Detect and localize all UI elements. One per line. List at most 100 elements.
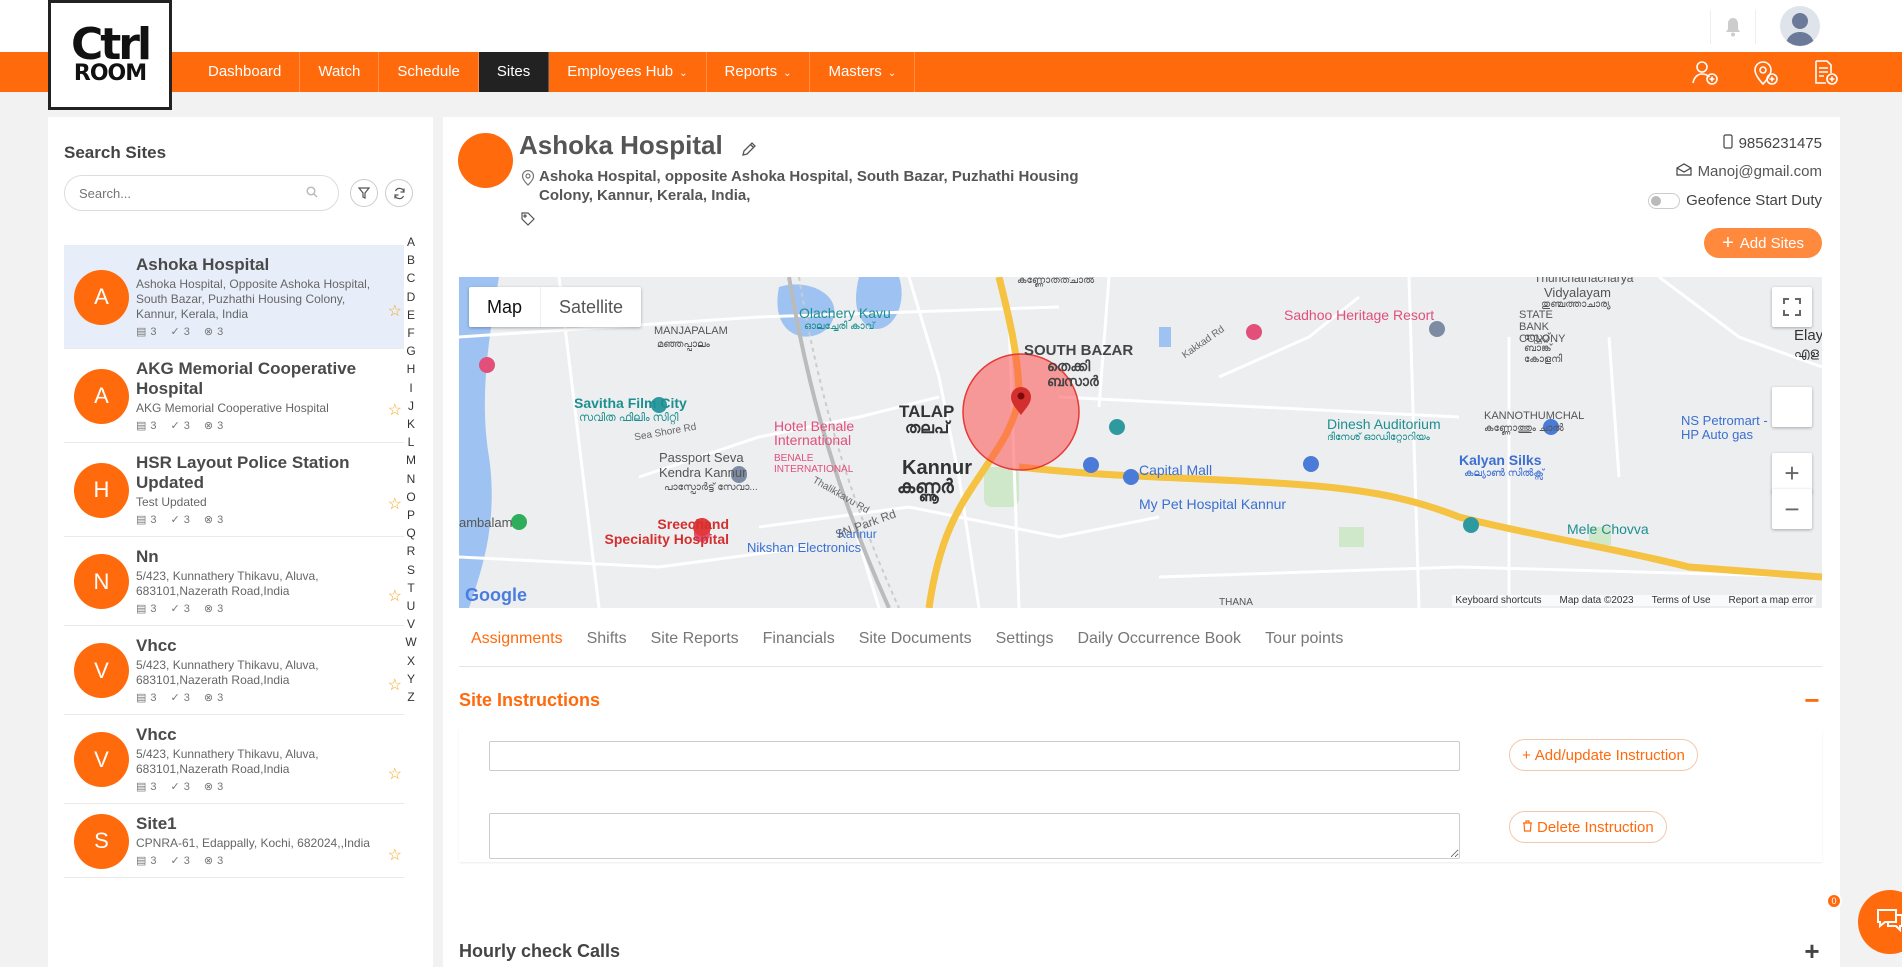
nav-item-masters[interactable]: Masters ⌄ [810, 52, 916, 92]
alphabet-letter[interactable]: I [404, 379, 418, 397]
map-label-thunchathacharya-ml: തുഞ്ചത്താചാര്യ [1541, 299, 1611, 310]
site-map[interactable]: Map Satellite + − TALAP തലപ് Kannur കണ്ണ… [459, 277, 1822, 608]
edit-pencil-icon[interactable] [741, 141, 757, 162]
site-list-item[interactable]: S Site1 CPNRA-61, Edappally, Kochi, 682024… [64, 804, 404, 878]
alphabet-letter[interactable]: Q [404, 524, 418, 542]
alphabet-letter[interactable]: S [404, 561, 418, 579]
site-list-item[interactable]: H HSR Layout Police Station Updated Test U… [64, 443, 404, 537]
alphabet-letter[interactable]: L [404, 433, 418, 451]
refresh-button[interactable] [385, 179, 413, 207]
collapse-icon[interactable]: − [1802, 685, 1822, 716]
alphabet-letter[interactable]: W [404, 633, 418, 651]
alphabet-letter[interactable]: R [404, 542, 418, 560]
hourly-check-calls-header[interactable]: Hourly check Calls + [459, 929, 1822, 967]
app-logo[interactable]: Ctrl ROOM [48, 0, 172, 110]
site-instructions-title: Site Instructions [459, 689, 601, 710]
map-type-map[interactable]: Map [469, 287, 542, 327]
alphabet-letter[interactable]: K [404, 415, 418, 433]
alphabet-letter[interactable]: N [404, 470, 418, 488]
chat-button[interactable] [1858, 890, 1902, 954]
nav-item-schedule[interactable]: Schedule [379, 52, 479, 92]
alphabet-letter[interactable]: U [404, 597, 418, 615]
alphabet-letter[interactable]: G [404, 342, 418, 360]
tab-assignments[interactable]: Assignments [459, 617, 575, 666]
tab-settings[interactable]: Settings [984, 617, 1066, 666]
add-location-icon[interactable] [1748, 56, 1782, 88]
favorite-star-icon[interactable]: ☆ [388, 764, 402, 784]
add-sites-button[interactable]: + Add Sites [1704, 228, 1822, 258]
tab-site-reports[interactable]: Site Reports [639, 617, 751, 666]
tag-icon[interactable] [521, 212, 535, 231]
favorite-star-icon[interactable]: ☆ [388, 400, 402, 420]
add-user-icon[interactable] [1688, 56, 1722, 88]
site-list-item[interactable]: A AKG Memorial Cooperative Hospital AKG Me… [64, 349, 404, 443]
alphabet-letter[interactable]: X [404, 652, 418, 670]
site-list-item[interactable]: A Ashoka Hospital Ashoka Hospital, Opposit… [64, 245, 404, 349]
alphabet-letter[interactable]: B [404, 251, 418, 269]
zoom-in-button[interactable]: + [1772, 453, 1812, 493]
site-stats: ▤ 3 ✓ 3 ⊗ 3 [136, 325, 404, 339]
map-label-dinesh-ml: ദിനേശ് ഓഡിറ്റോറിയം [1327, 432, 1430, 443]
alphabet-letter[interactable]: Y [404, 670, 418, 688]
fullscreen-icon[interactable] [1772, 287, 1812, 327]
site-list-item[interactable]: V Vhcc 5/423, Kunnathery Thikavu, Aluva, 6… [64, 626, 404, 715]
geofence-toggle[interactable] [1648, 192, 1681, 209]
map-label-kannothumchal: KANNOTHUMCHAL [1484, 410, 1585, 422]
site-list-item[interactable]: N Nn 5/423, Kunnathery Thikavu, Aluva, 683… [64, 537, 404, 626]
instruction-input[interactable] [489, 741, 1460, 771]
nav-item-label: Dashboard [208, 63, 282, 80]
alphabet-letter[interactable]: T [404, 579, 418, 597]
favorite-star-icon[interactable]: ☆ [388, 845, 402, 865]
nav-item-sites[interactable]: Sites [478, 52, 550, 92]
alphabet-letter[interactable]: E [404, 306, 418, 324]
alphabet-letter[interactable]: H [404, 360, 418, 378]
alphabet-letter[interactable]: J [404, 397, 418, 415]
site-list-item[interactable]: V Vhcc 5/423, Kunnathery Thikavu, Aluva, 6… [64, 715, 404, 804]
alphabet-letter[interactable]: F [404, 324, 418, 342]
favorite-star-icon[interactable]: ☆ [388, 301, 402, 321]
add-update-instruction-button[interactable]: + Add/update Instruction [1509, 739, 1698, 771]
map-type-satellite[interactable]: Satellite [541, 287, 641, 327]
map-label-passport-ml: പാസ്പോർട്ട് സേവാ... [664, 482, 758, 493]
nav-item-reports[interactable]: Reports ⌄ [707, 52, 811, 92]
delete-instruction-button[interactable]: Delete Instruction [1509, 811, 1667, 843]
site-phone[interactable]: 9856231475 [1722, 134, 1822, 153]
nav-item-watch[interactable]: Watch [300, 52, 380, 92]
user-avatar[interactable] [1780, 6, 1820, 46]
site-address: 5/423, Kunnathery Thikavu, Aluva, 683101… [136, 569, 319, 598]
alphabet-letter[interactable]: V [404, 615, 418, 633]
nav-item-employees-hub[interactable]: Employees Hub ⌄ [549, 52, 707, 92]
nav-item-dashboard[interactable]: Dashboard [190, 52, 301, 92]
alphabet-letter[interactable]: D [404, 288, 418, 306]
map-keyboard-shortcuts[interactable]: Keyboard shortcuts [1455, 595, 1541, 606]
site-email[interactable]: Manoj@gmail.com [1675, 163, 1822, 180]
alphabet-letter[interactable]: M [404, 451, 418, 469]
favorite-star-icon[interactable]: ☆ [388, 675, 402, 695]
tab-shifts[interactable]: Shifts [575, 617, 639, 666]
map-terms[interactable]: Terms of Use [1652, 595, 1711, 606]
favorite-star-icon[interactable]: ☆ [388, 586, 402, 606]
tab-site-documents[interactable]: Site Documents [847, 617, 984, 666]
map-label-thana: THANA [1219, 597, 1253, 608]
alphabet-letter[interactable]: A [404, 233, 418, 251]
favorite-star-icon[interactable]: ☆ [388, 494, 402, 514]
tab-financials[interactable]: Financials [751, 617, 847, 666]
search-icon[interactable] [306, 185, 318, 203]
logo-text-bottom: ROOM [73, 61, 147, 86]
tab-daily-occurrence-book[interactable]: Daily Occurrence Book [1065, 617, 1253, 666]
search-input[interactable] [64, 175, 339, 211]
alphabet-letter[interactable]: Z [404, 688, 418, 706]
expand-icon[interactable]: + [1802, 936, 1822, 967]
site-name: Nn [136, 547, 159, 566]
filter-button[interactable] [350, 179, 378, 207]
instruction-textarea[interactable] [489, 813, 1460, 859]
alphabet-letter[interactable]: O [404, 488, 418, 506]
tab-tour-points[interactable]: Tour points [1253, 617, 1355, 666]
alphabet-letter[interactable]: P [404, 506, 418, 524]
alphabet-letter[interactable]: C [404, 269, 418, 287]
site-instructions-header[interactable]: Site Instructions − [459, 677, 1822, 723]
add-document-icon[interactable] [1808, 56, 1842, 88]
bell-icon[interactable] [1710, 10, 1756, 44]
map-report-error[interactable]: Report a map error [1729, 595, 1813, 606]
zoom-out-button[interactable]: − [1772, 489, 1812, 529]
